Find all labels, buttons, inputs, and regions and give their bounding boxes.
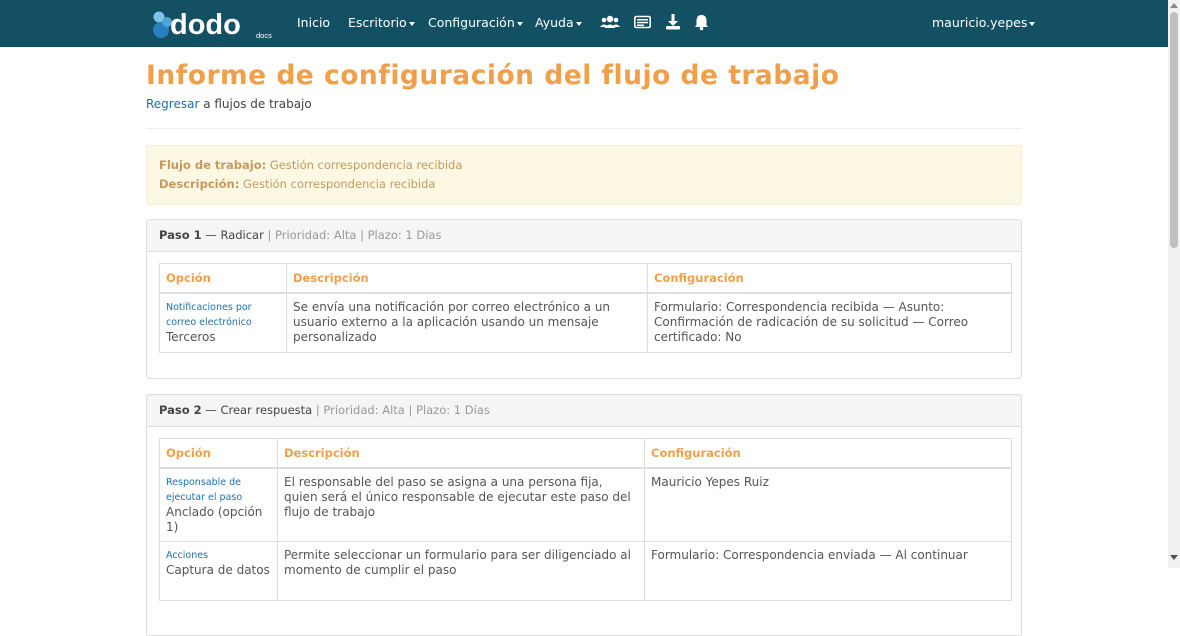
- caret-down-icon: [1029, 21, 1036, 26]
- download-icon[interactable]: [665, 13, 681, 35]
- table-row: Notificaciones por correo electrónico Te…: [159, 292, 1012, 353]
- configuration-cell: Mauricio Yepes Ruiz: [644, 467, 1012, 542]
- nav-escritorio-dropdown[interactable]: Escritorio: [348, 15, 415, 31]
- nav-ayuda-dropdown[interactable]: Ayuda: [535, 15, 582, 31]
- nav-configuracion-dropdown[interactable]: Configuración: [428, 15, 523, 31]
- step-panel-heading: Paso 1 — Radicar | Prioridad: Alta | Pla…: [147, 220, 1021, 252]
- workflow-name-label: Flujo de trabajo:: [159, 158, 267, 172]
- divider: [146, 128, 1022, 129]
- step-meta: | Prioridad: Alta | Plazo: 1 Días: [263, 228, 442, 242]
- workflow-desc-label: Descripción:: [159, 177, 240, 191]
- step-number: Paso 1: [159, 228, 202, 242]
- col-header-opcion: Opción: [159, 438, 278, 469]
- page-scrollbar[interactable]: [1168, 0, 1180, 568]
- table-header-row: Opción Descripción Configuración: [159, 438, 1012, 469]
- col-header-configuracion: Configuración: [644, 438, 1012, 469]
- nav-escritorio-label: Escritorio: [348, 15, 407, 30]
- description-cell: Permite seleccionar un formulario para s…: [277, 541, 645, 601]
- description-cell: El responsable del paso se asigna a una …: [277, 467, 645, 542]
- description-cell: Se envía una notificación por correo ele…: [286, 292, 648, 353]
- option-cell: Responsable de ejecutar el paso Anclado …: [159, 467, 278, 542]
- step-meta: | Prioridad: Alta | Plazo: 1 Días: [312, 403, 490, 417]
- scroll-up-arrow-icon[interactable]: [1170, 3, 1178, 8]
- workflow-name-value: Gestión correspondencia recibida: [269, 158, 463, 172]
- workflow-info-alert: Flujo de trabajo: Gestión correspondenci…: [146, 145, 1022, 205]
- step-config-table: Opción Descripción Configuración Notific…: [159, 263, 1012, 353]
- caret-down-icon: [516, 21, 523, 26]
- top-navbar: dodo docs Inicio Escritorio Configuració…: [0, 0, 1168, 47]
- step-heading-text: Paso 2 — Crear respuesta | Prioridad: Al…: [159, 403, 490, 417]
- option-title-link[interactable]: Responsable de ejecutar el paso: [166, 475, 271, 505]
- workflow-name-line: Flujo de trabajo: Gestión correspondenci…: [159, 158, 462, 172]
- breadcrumb: Regresar a flujos de trabajo: [146, 97, 312, 111]
- back-link[interactable]: Regresar: [146, 97, 199, 111]
- step-heading-text: Paso 1 — Radicar | Prioridad: Alta | Pla…: [159, 228, 441, 242]
- step-name: — Crear respuesta: [201, 403, 313, 417]
- configuration-cell: Formulario: Correspondencia enviada — Al…: [644, 541, 1012, 601]
- nav-ayuda-label: Ayuda: [535, 15, 574, 30]
- option-cell: Notificaciones por correo electrónico Te…: [159, 292, 287, 353]
- nav-inicio[interactable]: Inicio: [297, 15, 330, 31]
- scroll-down-arrow-icon[interactable]: [1170, 555, 1178, 560]
- svg-text:docs: docs: [256, 31, 272, 40]
- table-row: Acciones Captura de datos Permite selecc…: [159, 541, 1012, 601]
- workflow-desc-value: Gestión correspondencia recibida: [242, 177, 436, 191]
- bell-icon[interactable]: [694, 13, 709, 35]
- option-value: Terceros: [166, 330, 216, 344]
- nav-configuracion-label: Configuración: [428, 15, 515, 30]
- col-header-descripcion: Descripción: [286, 263, 648, 294]
- caret-down-icon: [575, 21, 582, 26]
- scrollbar-thumb[interactable]: [1170, 12, 1178, 248]
- col-header-configuracion: Configuración: [647, 263, 1012, 294]
- step-number: Paso 2: [159, 403, 202, 417]
- option-cell: Acciones Captura de datos: [159, 541, 278, 601]
- users-icon[interactable]: [600, 13, 620, 35]
- step-config-table: Opción Descripción Configuración Respons…: [159, 438, 1012, 601]
- nav-inicio-label: Inicio: [297, 15, 331, 30]
- option-value: Captura de datos: [166, 563, 270, 577]
- logo-mark-icon: dodo docs: [153, 9, 272, 41]
- svg-text:dodo: dodo: [170, 9, 241, 41]
- configuration-cell: Formulario: Correspondencia recibida — A…: [647, 292, 1012, 353]
- user-name-label: mauricio.yepes: [932, 15, 1028, 30]
- dodo-logo[interactable]: dodo docs: [150, 8, 278, 42]
- col-header-descripcion: Descripción: [277, 438, 645, 469]
- back-link-rest: a flujos de trabajo: [199, 97, 312, 111]
- workflow-description-line: Descripción: Gestión correspondencia rec…: [159, 177, 435, 191]
- step-panel-heading: Paso 2 — Crear respuesta | Prioridad: Al…: [147, 395, 1021, 427]
- option-title-link[interactable]: Notificaciones por correo electrónico: [166, 300, 280, 330]
- step-panel-1: Paso 1 — Radicar | Prioridad: Alta | Pla…: [146, 219, 1022, 379]
- table-row: Responsable de ejecutar el paso Anclado …: [159, 467, 1012, 542]
- option-value: Anclado (opción 1): [166, 505, 263, 534]
- table-header-row: Opción Descripción Configuración: [159, 263, 1012, 294]
- caret-down-icon: [408, 21, 415, 26]
- step-name: — Radicar: [201, 228, 264, 242]
- page-title: Informe de configuración del flujo de tr…: [146, 60, 840, 91]
- step-panel-2: Paso 2 — Crear respuesta | Prioridad: Al…: [146, 394, 1022, 636]
- user-menu-dropdown[interactable]: mauricio.yepes: [932, 15, 1036, 31]
- col-header-opcion: Opción: [159, 263, 287, 294]
- option-title-link[interactable]: Acciones: [166, 548, 271, 563]
- inbox-icon[interactable]: [634, 13, 651, 35]
